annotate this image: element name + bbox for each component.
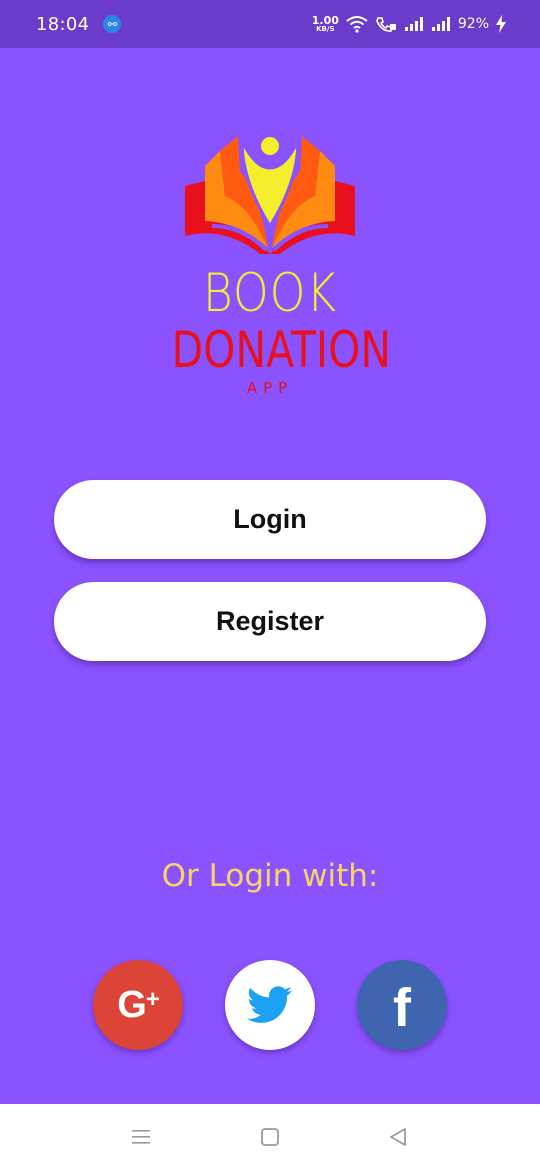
logo-text-donation: DONATION — [171, 321, 392, 379]
home-square-icon — [261, 1128, 279, 1146]
app-logo: BOOK DONATION APP — [150, 126, 392, 406]
menu-icon — [132, 1130, 150, 1144]
status-bar: 18:04 ⚯ 1.00 KB/S 92% — [0, 0, 540, 48]
logo-text-book: BOOK — [202, 263, 338, 324]
signal-icon-sim1 — [404, 17, 423, 31]
status-time: 18:04 — [36, 13, 90, 35]
back-triangle-icon — [390, 1128, 406, 1146]
usb-icon: ⚯ — [103, 15, 122, 33]
battery-percent: 92% — [457, 16, 489, 32]
wifi-icon — [346, 16, 368, 33]
register-button[interactable]: Register — [54, 582, 486, 661]
google-plus-icon: G+ — [117, 983, 160, 1027]
twitter-bird-icon — [247, 986, 293, 1023]
system-navigation-bar — [0, 1104, 540, 1170]
home-button[interactable] — [257, 1124, 283, 1150]
network-speed-unit: KB/S — [316, 25, 335, 33]
recent-apps-button[interactable] — [128, 1124, 154, 1150]
logo-text-app: APP — [246, 379, 294, 397]
back-button[interactable] — [385, 1124, 411, 1150]
google-plus-letter: G — [117, 983, 147, 1026]
book-reader-logo-icon — [185, 134, 355, 254]
volte-call-icon — [376, 17, 396, 32]
google-plus-sign: + — [145, 985, 160, 1013]
social-login-prompt: Or Login with: — [161, 858, 379, 894]
facebook-icon: f — [393, 978, 411, 1038]
login-button[interactable]: Login — [54, 480, 486, 559]
signal-icon-sim2 — [431, 17, 450, 31]
charging-icon — [496, 15, 506, 33]
network-speed: 1.00 KB/S — [312, 15, 339, 33]
google-plus-login-button[interactable]: G+ — [93, 960, 183, 1050]
status-icons: 1.00 KB/S 92% — [312, 15, 506, 33]
twitter-login-button[interactable] — [225, 960, 315, 1050]
facebook-login-button[interactable]: f — [357, 960, 447, 1050]
